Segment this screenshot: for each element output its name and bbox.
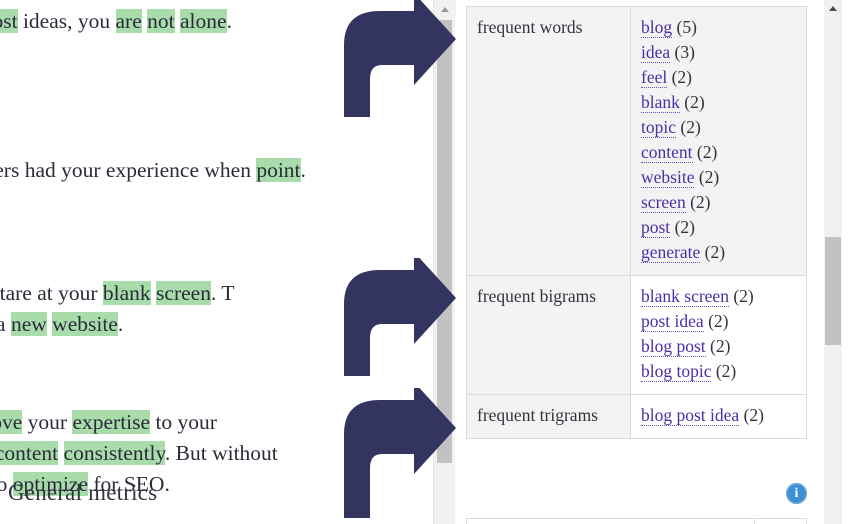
list-item: topic (2) — [641, 115, 798, 140]
list-item: post idea (2) — [641, 309, 798, 334]
document-text-run: . But without — [164, 441, 278, 465]
ngram-term-count: (2) — [667, 67, 693, 87]
list-item: blank (2) — [641, 90, 798, 115]
document-paragraph-2: site owners had your experience when poi… — [0, 155, 422, 186]
ngram-term-count: (2) — [676, 117, 701, 137]
highlighted-term: new — [10, 312, 47, 336]
document-text-run: to your — [150, 410, 217, 434]
scrollbar-thumb[interactable] — [437, 20, 452, 463]
ngram-term-link[interactable]: topic — [641, 117, 676, 138]
ngram-term-link[interactable]: blog — [641, 17, 673, 38]
highlighted-term: content — [0, 441, 59, 465]
document-text-run: . — [300, 158, 306, 182]
ngram-term-link[interactable]: blog post idea — [641, 405, 740, 426]
ngram-summary-table: frequent words blog (5) idea (3) feel (2) bl… — [466, 6, 807, 439]
general-metrics-table — [466, 518, 807, 524]
list-item: blog topic (2) — [641, 359, 798, 384]
highlighted-term: are — [115, 9, 142, 33]
info-icon[interactable]: i — [786, 483, 807, 504]
document-text-run — [58, 441, 63, 465]
ngram-term-count: (2) — [703, 311, 729, 331]
metrics-value-cell — [754, 518, 807, 524]
document-text-run: your — [22, 410, 73, 434]
ngram-row-values: blank screen (2) post idea (2) blog post (… — [630, 275, 807, 395]
scroll-up-arrow-icon[interactable] — [434, 0, 456, 17]
highlighted-term: post — [0, 9, 18, 33]
ngram-row-label: frequent trigrams — [466, 394, 631, 439]
frequent-words-row: frequent words blog (5) idea (3) feel (2) bl… — [466, 6, 807, 276]
ngram-term-link[interactable]: feel — [641, 67, 668, 88]
ngram-row-values: blog (5) idea (3) feel (2) blank (2) topic (… — [630, 6, 807, 276]
document-text-run: ideas, you — [17, 9, 116, 33]
ngram-term-link[interactable]: blog post — [641, 336, 706, 357]
document-paragraph-3: ner and stare at your blank screen. Ters… — [0, 278, 422, 340]
ngram-term-count: (2) — [679, 92, 705, 112]
ngram-term-count: (2) — [670, 217, 695, 237]
list-item: generate (2) — [641, 240, 798, 265]
page-section-heading: General metrics — [8, 480, 158, 505]
document-text-run: and stare at your — [0, 281, 98, 305]
document-panel-scrollbar[interactable] — [433, 0, 456, 524]
ngram-term-count: (2) — [705, 336, 731, 356]
ngram-term-count: (2) — [692, 142, 718, 162]
ngram-term-link[interactable]: blog topic — [641, 361, 712, 382]
ngram-term-count: (2) — [685, 192, 711, 212]
document-text-run: owners had your experience when — [0, 158, 251, 182]
ngram-term-link[interactable]: blank screen — [641, 286, 729, 307]
list-item: website (2) — [641, 165, 798, 190]
highlighted-term: blank — [102, 281, 151, 305]
highlighted-term: not — [147, 9, 175, 33]
ngram-term-link[interactable]: post idea — [641, 311, 704, 332]
table-row — [466, 518, 807, 524]
ngram-row-label: frequent bigrams — [466, 275, 631, 395]
list-item: blank screen (2) — [641, 284, 798, 309]
scroll-up-arrow-icon[interactable] — [824, 0, 842, 16]
ngram-term-count: (2) — [739, 405, 764, 425]
ngram-term-link[interactable]: content — [641, 142, 693, 163]
highlighted-term: website — [52, 312, 118, 336]
list-item: post (2) — [641, 215, 798, 240]
frequent-trigrams-row: frequent trigrams blog post idea (2) — [466, 394, 807, 439]
ngram-term-link[interactable]: post — [641, 217, 671, 238]
metrics-label-cell — [466, 518, 755, 524]
page-right-gutter — [842, 0, 858, 524]
highlighted-term: prove — [0, 410, 23, 434]
ngram-term-link[interactable]: website — [641, 167, 695, 188]
app-root: g blog post ideas, you are not alone. si… — [0, 0, 858, 524]
ngram-term-link[interactable]: generate — [641, 242, 701, 263]
highlighted-term: point — [256, 158, 301, 182]
report-panel-scrollbar[interactable] — [824, 0, 842, 524]
ngram-term-count: (3) — [670, 42, 695, 62]
list-item: blog post idea (2) — [641, 403, 798, 428]
list-item: blog (5) — [641, 15, 798, 40]
report-panel[interactable]: frequent words blog (5) idea (3) feel (2) bl… — [456, 0, 858, 524]
highlighted-term: consistently — [63, 441, 165, 465]
ngram-term-count: (5) — [672, 17, 697, 37]
highlighted-term: screen — [156, 281, 211, 305]
frequent-bigrams-row: frequent bigrams blank screen (2) post ide… — [466, 275, 807, 395]
highlighted-term: expertise — [72, 410, 151, 434]
document-text-panel[interactable]: g blog post ideas, you are not alone. si… — [0, 0, 433, 524]
document-text-run: . — [117, 312, 124, 336]
document-paragraph-1: g blog post ideas, you are not alone. — [0, 6, 422, 37]
ngram-row-values: blog post idea (2) — [630, 394, 807, 439]
list-item: blog post (2) — [641, 334, 798, 359]
list-item: screen (2) — [641, 190, 798, 215]
document-text-run: ers with a — [0, 312, 6, 336]
ngram-term-count: (2) — [694, 167, 720, 187]
ngram-term-link[interactable]: blank — [641, 92, 680, 113]
ngram-term-count: (2) — [711, 361, 737, 381]
ngram-term-link[interactable]: screen — [641, 192, 686, 213]
list-item: content (2) — [641, 140, 798, 165]
list-item: feel (2) — [641, 65, 798, 90]
document-text-run: . T — [210, 281, 235, 305]
ngram-term-count: (2) — [728, 286, 754, 306]
ngram-term-link[interactable]: idea — [641, 42, 671, 63]
ngram-row-label: frequent words — [466, 6, 631, 276]
document-text-run: . — [226, 9, 232, 33]
highlighted-term: alone — [180, 9, 227, 33]
list-item: idea (3) — [641, 40, 798, 65]
ngram-term-count: (2) — [700, 242, 726, 262]
scrollbar-thumb[interactable] — [825, 237, 841, 345]
